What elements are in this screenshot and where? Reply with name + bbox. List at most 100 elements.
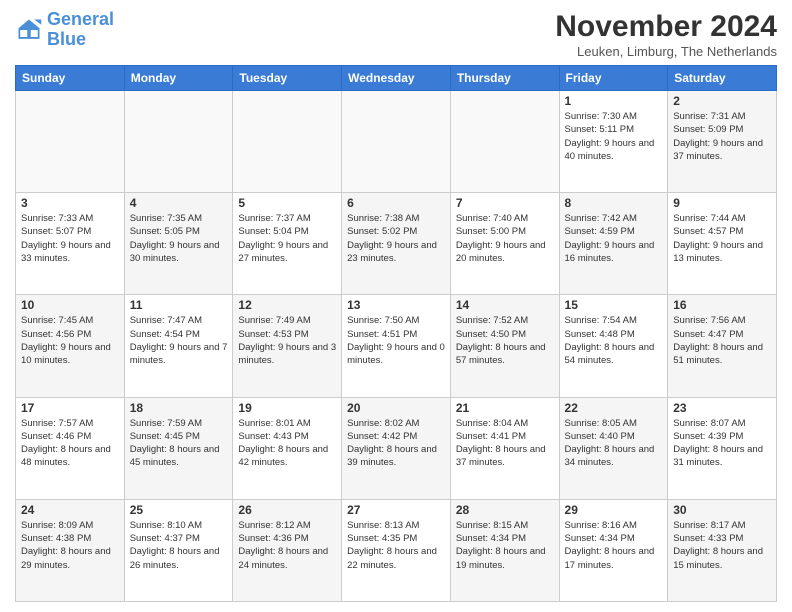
day-number: 26	[238, 503, 336, 517]
day-info: Sunrise: 7:35 AMSunset: 5:05 PMDaylight:…	[130, 212, 228, 265]
day-info: Sunrise: 8:17 AMSunset: 4:33 PMDaylight:…	[673, 519, 771, 572]
day-info: Sunrise: 7:42 AMSunset: 4:59 PMDaylight:…	[565, 212, 663, 265]
day-info: Sunrise: 7:50 AMSunset: 4:51 PMDaylight:…	[347, 314, 445, 367]
day-info: Sunrise: 8:05 AMSunset: 4:40 PMDaylight:…	[565, 417, 663, 470]
weekday-header: Saturday	[668, 66, 777, 91]
calendar-cell: 6 Sunrise: 7:38 AMSunset: 5:02 PMDaylight…	[342, 193, 451, 295]
calendar-cell: 13Sunrise: 7:50 AMSunset: 4:51 PMDayligh…	[342, 295, 451, 397]
day-number: 21	[456, 401, 554, 415]
calendar-week-row: 1 Sunrise: 7:30 AMSunset: 5:11 PMDaylight…	[16, 91, 777, 193]
weekday-header: Tuesday	[233, 66, 342, 91]
day-info: Sunrise: 7:33 AMSunset: 5:07 PMDaylight:…	[21, 212, 119, 265]
day-info: Sunrise: 7:44 AMSunset: 4:57 PMDaylight:…	[673, 212, 771, 265]
day-number: 25	[130, 503, 228, 517]
day-number: 12	[238, 298, 336, 312]
calendar-cell: 1 Sunrise: 7:30 AMSunset: 5:11 PMDaylight…	[559, 91, 668, 193]
day-number: 30	[673, 503, 771, 517]
day-info: Sunrise: 8:16 AMSunset: 4:34 PMDaylight:…	[565, 519, 663, 572]
day-info: Sunrise: 7:45 AMSunset: 4:56 PMDaylight:…	[21, 314, 119, 367]
logo-text: General Blue	[47, 10, 114, 50]
calendar-cell: 11 Sunrise: 7:47 AMSunset: 4:54 PMDayligh…	[124, 295, 233, 397]
weekday-header: Wednesday	[342, 66, 451, 91]
calendar-cell: 14 Sunrise: 7:52 AMSunset: 4:50 PMDayligh…	[450, 295, 559, 397]
calendar-cell: 7 Sunrise: 7:40 AMSunset: 5:00 PMDaylight…	[450, 193, 559, 295]
day-info: Sunrise: 8:12 AMSunset: 4:36 PMDaylight:…	[238, 519, 336, 572]
calendar-cell	[16, 91, 125, 193]
day-info: Sunrise: 7:57 AMSunset: 4:46 PMDaylight:…	[21, 417, 119, 470]
day-number: 11	[130, 298, 228, 312]
logo-general: General	[47, 9, 114, 29]
day-info: Sunrise: 7:59 AMSunset: 4:45 PMDaylight:…	[130, 417, 228, 470]
day-info: Sunrise: 8:07 AMSunset: 4:39 PMDaylight:…	[673, 417, 771, 470]
day-number: 9	[673, 196, 771, 210]
day-number: 27	[347, 503, 445, 517]
day-number: 23	[673, 401, 771, 415]
logo: General Blue	[15, 10, 114, 50]
location: Leuken, Limburg, The Netherlands	[555, 44, 777, 59]
weekday-header: Friday	[559, 66, 668, 91]
calendar-cell: 30 Sunrise: 8:17 AMSunset: 4:33 PMDayligh…	[668, 499, 777, 601]
day-info: Sunrise: 8:10 AMSunset: 4:37 PMDaylight:…	[130, 519, 228, 572]
calendar-cell: 2 Sunrise: 7:31 AMSunset: 5:09 PMDaylight…	[668, 91, 777, 193]
day-info: Sunrise: 7:38 AMSunset: 5:02 PMDaylight:…	[347, 212, 445, 265]
month-title: November 2024	[555, 10, 777, 44]
day-number: 28	[456, 503, 554, 517]
logo-blue: Blue	[47, 30, 114, 50]
calendar-week-row: 24 Sunrise: 8:09 AMSunset: 4:38 PMDayligh…	[16, 499, 777, 601]
day-info: Sunrise: 8:15 AMSunset: 4:34 PMDaylight:…	[456, 519, 554, 572]
day-info: Sunrise: 8:04 AMSunset: 4:41 PMDaylight:…	[456, 417, 554, 470]
day-number: 4	[130, 196, 228, 210]
calendar-cell	[233, 91, 342, 193]
day-info: Sunrise: 8:09 AMSunset: 4:38 PMDaylight:…	[21, 519, 119, 572]
calendar-cell: 18 Sunrise: 7:59 AMSunset: 4:45 PMDayligh…	[124, 397, 233, 499]
calendar-cell: 3Sunrise: 7:33 AMSunset: 5:07 PMDaylight…	[16, 193, 125, 295]
calendar-week-row: 3Sunrise: 7:33 AMSunset: 5:07 PMDaylight…	[16, 193, 777, 295]
calendar-cell: 24 Sunrise: 8:09 AMSunset: 4:38 PMDayligh…	[16, 499, 125, 601]
day-number: 8	[565, 196, 663, 210]
calendar-cell	[124, 91, 233, 193]
day-number: 1	[565, 94, 663, 108]
calendar-cell: 21 Sunrise: 8:04 AMSunset: 4:41 PMDayligh…	[450, 397, 559, 499]
day-number: 29	[565, 503, 663, 517]
day-number: 18	[130, 401, 228, 415]
calendar-cell: 4 Sunrise: 7:35 AMSunset: 5:05 PMDaylight…	[124, 193, 233, 295]
day-info: Sunrise: 8:01 AMSunset: 4:43 PMDaylight:…	[238, 417, 336, 470]
day-info: Sunrise: 7:30 AMSunset: 5:11 PMDaylight:…	[565, 110, 663, 163]
header: General Blue November 2024 Leuken, Limbu…	[15, 10, 777, 59]
calendar-header-row: SundayMondayTuesdayWednesdayThursdayFrid…	[16, 66, 777, 91]
calendar-cell: 16Sunrise: 7:56 AMSunset: 4:47 PMDayligh…	[668, 295, 777, 397]
day-number: 17	[21, 401, 119, 415]
day-info: Sunrise: 7:31 AMSunset: 5:09 PMDaylight:…	[673, 110, 771, 163]
day-info: Sunrise: 8:13 AMSunset: 4:35 PMDaylight:…	[347, 519, 445, 572]
calendar: SundayMondayTuesdayWednesdayThursdayFrid…	[15, 65, 777, 602]
day-number: 6	[347, 196, 445, 210]
weekday-header: Sunday	[16, 66, 125, 91]
calendar-cell: 25 Sunrise: 8:10 AMSunset: 4:37 PMDayligh…	[124, 499, 233, 601]
calendar-cell: 20 Sunrise: 8:02 AMSunset: 4:42 PMDayligh…	[342, 397, 451, 499]
day-info: Sunrise: 7:47 AMSunset: 4:54 PMDaylight:…	[130, 314, 228, 367]
day-number: 2	[673, 94, 771, 108]
day-info: Sunrise: 7:49 AMSunset: 4:53 PMDaylight:…	[238, 314, 336, 367]
page: General Blue November 2024 Leuken, Limbu…	[0, 0, 792, 612]
day-info: Sunrise: 7:52 AMSunset: 4:50 PMDaylight:…	[456, 314, 554, 367]
weekday-header: Monday	[124, 66, 233, 91]
day-number: 7	[456, 196, 554, 210]
day-info: Sunrise: 7:56 AMSunset: 4:47 PMDaylight:…	[673, 314, 771, 367]
day-info: Sunrise: 8:02 AMSunset: 4:42 PMDaylight:…	[347, 417, 445, 470]
day-number: 22	[565, 401, 663, 415]
day-number: 15	[565, 298, 663, 312]
day-number: 24	[21, 503, 119, 517]
day-number: 20	[347, 401, 445, 415]
calendar-cell: 26 Sunrise: 8:12 AMSunset: 4:36 PMDayligh…	[233, 499, 342, 601]
calendar-cell: 28 Sunrise: 8:15 AMSunset: 4:34 PMDayligh…	[450, 499, 559, 601]
calendar-cell: 15Sunrise: 7:54 AMSunset: 4:48 PMDayligh…	[559, 295, 668, 397]
calendar-cell: 23 Sunrise: 8:07 AMSunset: 4:39 PMDayligh…	[668, 397, 777, 499]
calendar-cell: 27 Sunrise: 8:13 AMSunset: 4:35 PMDayligh…	[342, 499, 451, 601]
calendar-cell	[450, 91, 559, 193]
day-number: 19	[238, 401, 336, 415]
day-info: Sunrise: 7:37 AMSunset: 5:04 PMDaylight:…	[238, 212, 336, 265]
calendar-week-row: 17 Sunrise: 7:57 AMSunset: 4:46 PMDayligh…	[16, 397, 777, 499]
day-info: Sunrise: 7:40 AMSunset: 5:00 PMDaylight:…	[456, 212, 554, 265]
calendar-cell: 22 Sunrise: 8:05 AMSunset: 4:40 PMDayligh…	[559, 397, 668, 499]
day-number: 14	[456, 298, 554, 312]
